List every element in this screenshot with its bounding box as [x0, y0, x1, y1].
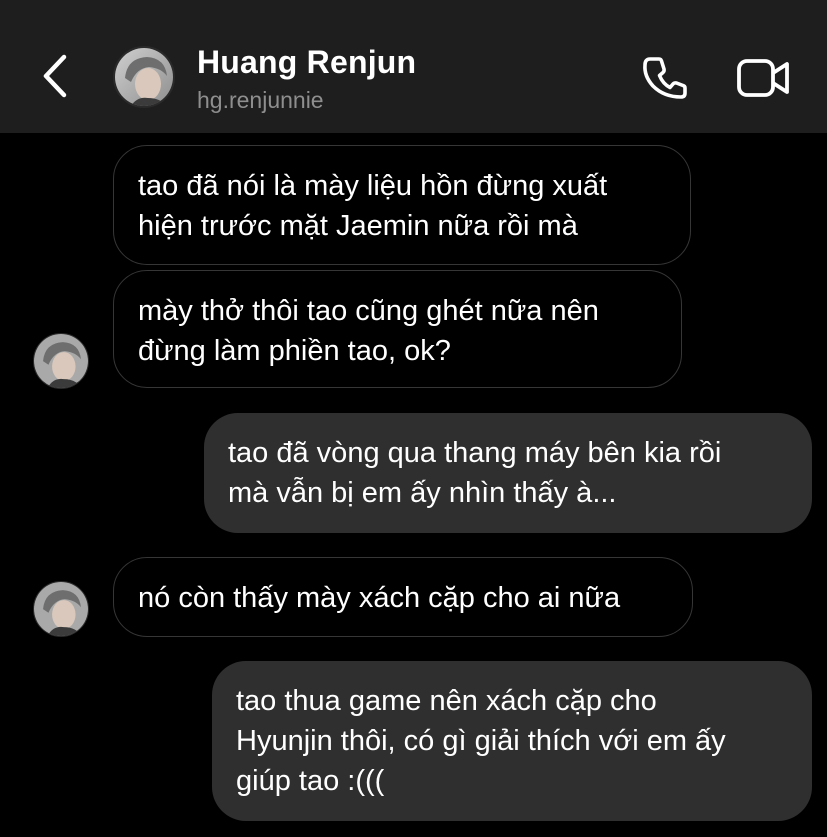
message-text: đừng làm phiền tao, ok? — [138, 335, 451, 367]
outgoing-message-bubble[interactable]: tao đã vòng qua thang máy bên kia rồi mà… — [204, 413, 812, 533]
profile-photo-icon — [34, 582, 88, 636]
outgoing-message-bubble[interactable]: tao thua game nên xách cặp cho Hyunjin t… — [212, 661, 812, 821]
incoming-message-bubble[interactable]: mày thở thôi tao cũng ghét nữa nên đừng … — [113, 270, 682, 388]
profile-photo-icon — [34, 334, 88, 388]
phone-icon — [643, 57, 687, 99]
message-text: Hyunjin thôi, có gì giải thích với em ấy — [236, 725, 726, 757]
contact-name[interactable]: Huang Renjun — [197, 44, 416, 81]
sender-avatar[interactable] — [33, 333, 89, 389]
profile-photo-icon — [115, 48, 173, 106]
video-call-button[interactable] — [733, 50, 795, 106]
message-text: tao đã vòng qua thang máy bên kia rồi — [228, 437, 722, 469]
message-text: tao thua game nên xách cặp cho — [236, 685, 657, 717]
message-text: nó còn thấy mày xách cặp cho ai nữa — [138, 582, 621, 614]
incoming-message-bubble[interactable]: tao đã nói là mày liệu hồn đừng xuất hiệ… — [113, 145, 691, 265]
message-text: tao đã nói là mày liệu hồn đừng xuất — [138, 170, 608, 202]
sender-avatar[interactable] — [33, 581, 89, 637]
back-button[interactable] — [30, 46, 80, 106]
message-text: giúp tao :((( — [236, 765, 385, 797]
message-text: mày thở thôi tao cũng ghét nữa nên — [138, 295, 599, 327]
contact-avatar[interactable] — [113, 46, 175, 108]
message-text: mà vẫn bị em ấy nhìn thấy à... — [228, 477, 617, 509]
chat-screen: Huang Renjun hg.renjunnie tao đã nói là … — [0, 0, 827, 837]
voice-call-button[interactable] — [636, 50, 692, 106]
chat-header: Huang Renjun hg.renjunnie — [0, 0, 827, 133]
chevron-left-icon — [43, 54, 67, 98]
incoming-message-bubble[interactable]: nó còn thấy mày xách cặp cho ai nữa — [113, 557, 693, 637]
contact-handle: hg.renjunnie — [197, 87, 324, 113]
video-camera-icon — [737, 59, 789, 97]
message-text: hiện trước mặt Jaemin nữa rồi mà — [138, 210, 578, 242]
